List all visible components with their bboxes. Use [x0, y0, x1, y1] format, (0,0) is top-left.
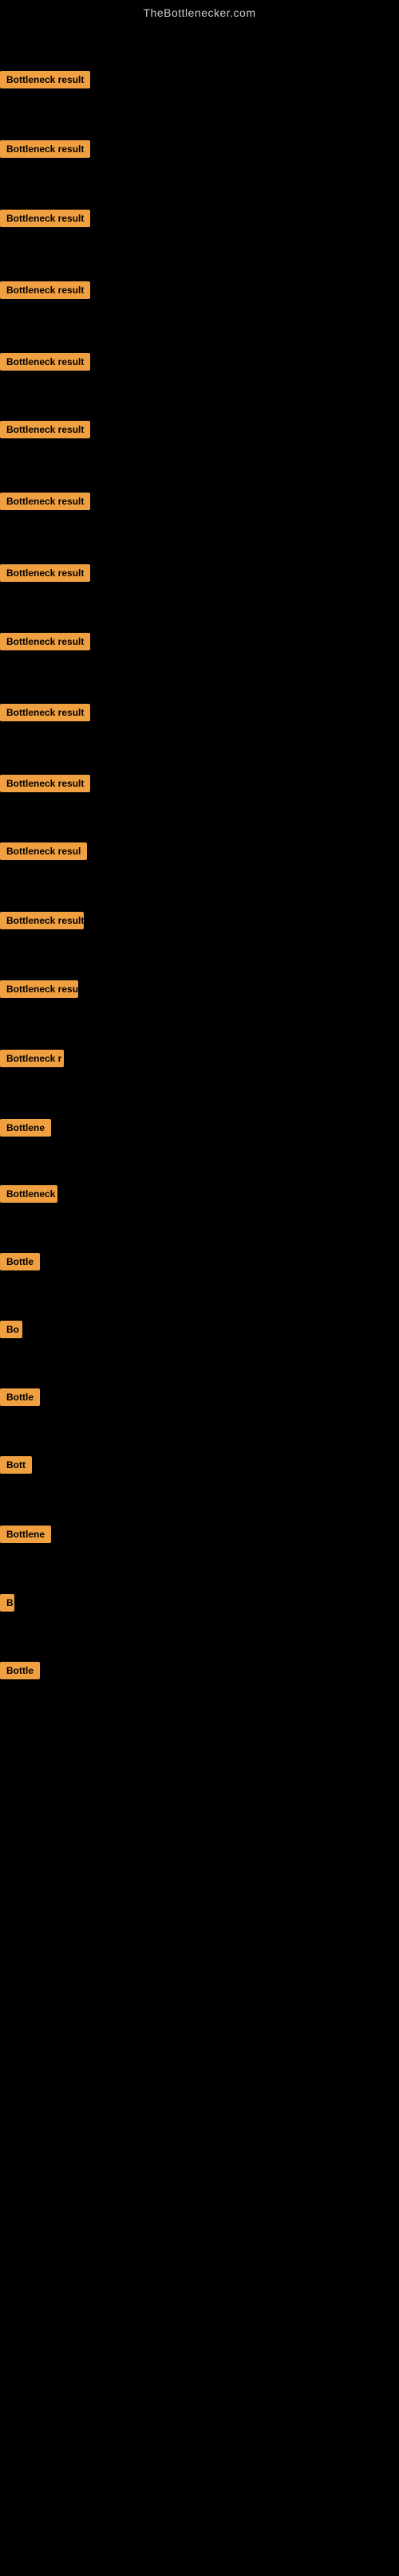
bottleneck-badge: Bottleneck result — [0, 980, 78, 998]
bottleneck-badge: Bott — [0, 1456, 32, 1474]
bottleneck-badge: Bottleneck result — [0, 633, 90, 650]
site-title: TheBottlenecker.com — [0, 0, 399, 26]
site-title-bar: TheBottlenecker.com — [0, 0, 399, 26]
bottleneck-badge: Bottleneck result — [0, 912, 84, 929]
bottleneck-badge: Bottleneck result — [0, 493, 90, 510]
bottleneck-badge: Bottleneck result — [0, 353, 90, 371]
bottleneck-badge: Bo — [0, 1321, 22, 1338]
bottleneck-badge: Bottleneck result — [0, 421, 90, 438]
bottleneck-badge: Bottleneck r — [0, 1050, 64, 1067]
bottleneck-badge: Bottleneck result — [0, 210, 90, 227]
bottleneck-badge: Bottleneck result — [0, 564, 90, 582]
bottleneck-badge: Bottleneck result — [0, 704, 90, 721]
bottleneck-badge: Bottle — [0, 1388, 40, 1406]
bottleneck-badge: Bottleneck result — [0, 71, 90, 88]
bottleneck-badge: Bottleneck — [0, 1185, 57, 1203]
bottleneck-badge: Bottleneck result — [0, 775, 90, 792]
bottleneck-badge: Bottle — [0, 1253, 40, 1270]
bottleneck-badge: Bottleneck result — [0, 140, 90, 158]
bottleneck-badge: Bottleneck resul — [0, 842, 87, 860]
bottleneck-badge: B — [0, 1594, 14, 1612]
bottleneck-badge: Bottlene — [0, 1119, 51, 1137]
bottleneck-badge: Bottle — [0, 1662, 40, 1679]
bottleneck-badge: Bottlene — [0, 1526, 51, 1543]
bottleneck-badge: Bottleneck result — [0, 281, 90, 299]
